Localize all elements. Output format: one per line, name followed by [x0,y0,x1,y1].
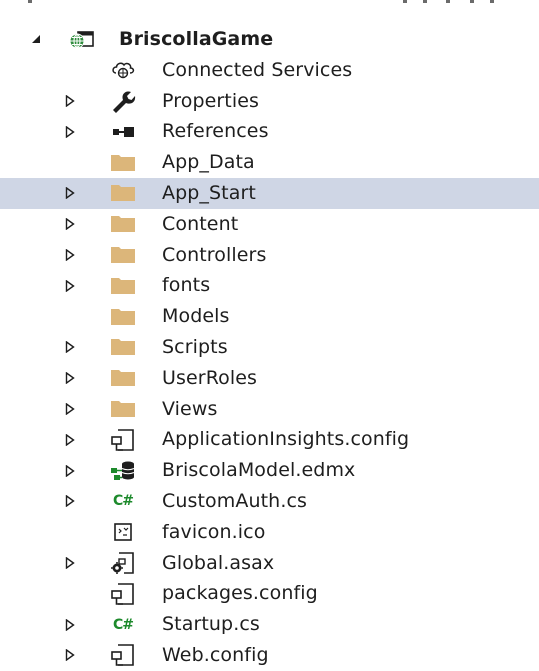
tree-item-label: Properties [162,89,260,112]
tree-item-global-asax[interactable]: Global.asax [0,548,539,579]
expand-arrow-icon[interactable] [60,86,80,117]
tree-item-views[interactable]: Views [0,394,539,425]
folder-icon [106,301,140,332]
folder-icon [106,332,140,363]
folder-icon [106,240,140,271]
tree-item-label: Connected Services [162,58,353,81]
wrench-icon [106,86,140,117]
tree-item-app-start[interactable]: App_Start [0,177,539,209]
config-file-icon [106,424,140,455]
expand-arrow-icon[interactable] [60,363,80,394]
tree-item-controllers[interactable]: Controllers [0,240,539,271]
tree-item-applicationinsights-config[interactable]: ApplicationInsights.config [0,424,539,455]
tree-item-content[interactable]: Content [0,209,539,240]
tree-item-label: favicon.ico [162,520,266,543]
expand-arrow-icon[interactable] [60,394,80,425]
tree-item-web-config[interactable]: Web.config [0,640,539,671]
expand-arrow-icon[interactable] [60,424,80,455]
expand-arrow-icon[interactable] [60,270,80,301]
tree-item-startup-cs[interactable]: C# Startup.cs [0,609,539,640]
folder-icon [106,178,140,209]
config-file-icon [106,640,140,671]
tree-item-label: BriscolaModel.edmx [162,459,356,482]
tree-item-userroles[interactable]: UserRoles [0,363,539,394]
folder-icon [106,363,140,394]
tree-item-label: Content [162,212,239,235]
tree-item-label: App_Start [162,181,256,204]
tree-item-label: Startup.cs [162,613,260,636]
tree-item-label: References [162,120,269,143]
expand-arrow-icon[interactable] [60,486,80,517]
tree-item-favicon-ico[interactable]: favicon.ico [0,517,539,548]
connected-services-icon [106,55,140,86]
asax-file-icon [106,548,140,579]
expand-arrow-icon[interactable] [60,455,80,486]
csharp-file-icon: C# [112,616,134,633]
expand-arrow-icon[interactable] [60,548,80,579]
expand-arrow-icon[interactable] [60,178,80,209]
cut-off-row [28,0,508,8]
tree-item-fonts[interactable]: fonts [0,270,539,301]
expand-arrow-icon[interactable] [60,116,80,147]
tree-item-label: Controllers [162,243,267,266]
tree-item-label: ApplicationInsights.config [162,428,410,451]
folder-icon [106,209,140,240]
tree-item-label: App_Data [162,151,255,174]
expand-arrow-icon[interactable] [60,640,80,671]
tree-item-references[interactable]: References [0,116,539,147]
collapse-arrow-icon[interactable] [26,24,46,55]
tree-item-label: UserRoles [162,366,258,389]
expand-arrow-icon[interactable] [60,209,80,240]
ico-file-icon [106,517,140,548]
folder-icon [106,394,140,425]
project-name: BriscollaGame [119,28,274,50]
references-icon [106,116,140,147]
tree-item-connected-services[interactable]: Connected Services [0,55,539,86]
web-project-icon [64,24,98,55]
tree-item-label: Global.asax [162,551,275,574]
tree-item-label: CustomAuth.cs [162,489,308,512]
tree-item-briscolamodel-edmx[interactable]: BriscolaModel.edmx [0,455,539,486]
edmx-model-icon [106,455,140,486]
csharp-file-icon: C# [112,493,134,510]
tree-item-label: Views [162,397,218,420]
tree-item-customauth-cs[interactable]: C# CustomAuth.cs [0,486,539,517]
expand-arrow-icon[interactable] [60,609,80,640]
folder-icon [106,147,140,178]
tree-item-label: fonts [162,274,211,297]
expand-arrow-icon[interactable] [60,240,80,271]
tree-item-properties[interactable]: Properties [0,86,539,117]
expand-arrow-icon[interactable] [60,332,80,363]
tree-item-label: Models [162,305,230,328]
config-file-icon [106,578,140,609]
tree-item-label: Web.config [162,643,269,666]
tree-item-app-data[interactable]: App_Data [0,147,539,178]
tree-item-label: Scripts [162,335,228,358]
folder-icon [106,270,140,301]
tree-item-models[interactable]: Models [0,301,539,332]
tree-item-packages-config[interactable]: packages.config [0,578,539,609]
solution-explorer-tree: BriscollaGame Connected Services Propert… [0,24,539,671]
tree-item-label: packages.config [162,582,318,605]
tree-item-scripts[interactable]: Scripts [0,332,539,363]
project-node[interactable]: BriscollaGame [0,24,539,55]
